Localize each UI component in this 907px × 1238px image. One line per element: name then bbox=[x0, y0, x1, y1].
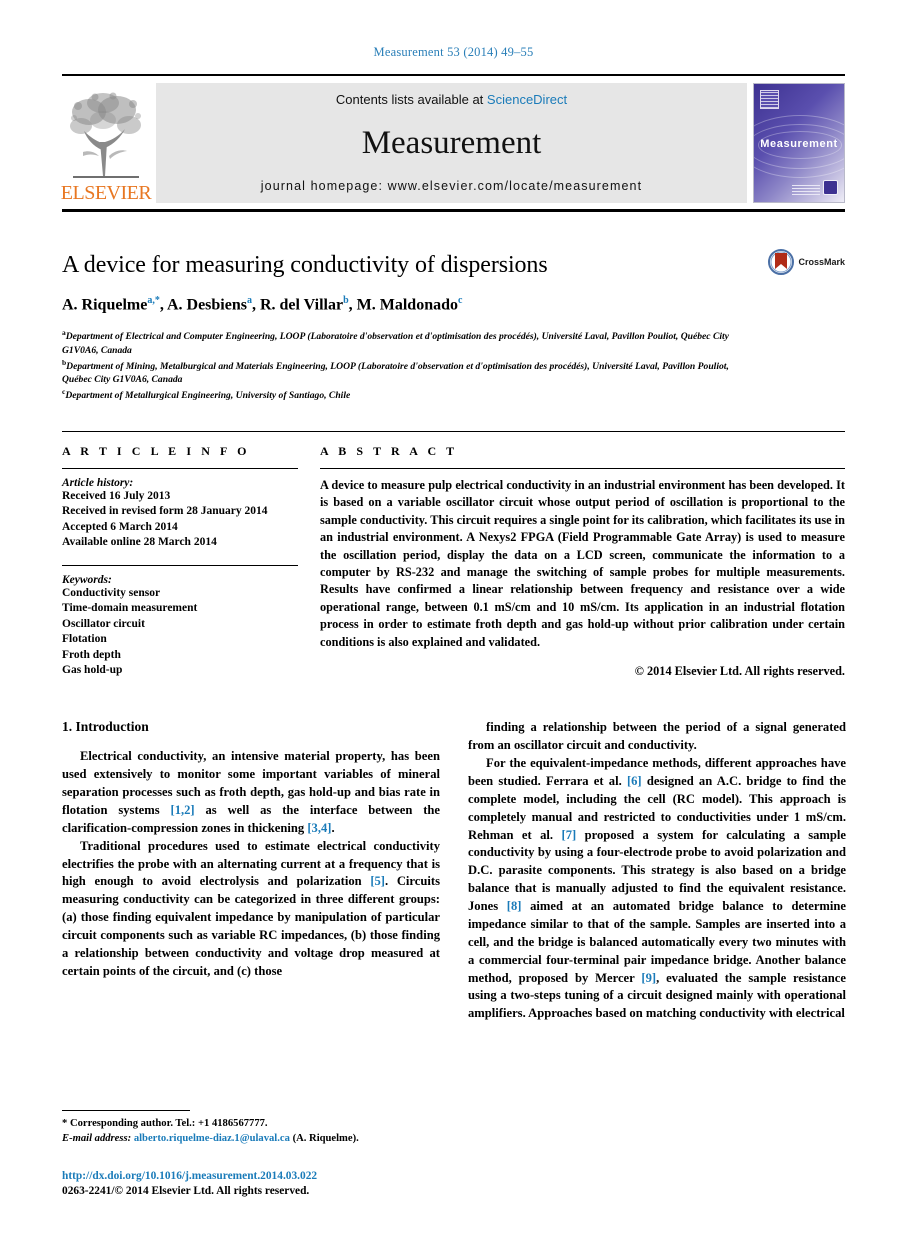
cover-footer bbox=[792, 180, 838, 195]
keyword-item: Conductivity sensor bbox=[62, 586, 161, 599]
article-history-item: Available online 28 March 2014 bbox=[62, 536, 217, 549]
body-column-left: 1. Introduction Electrical conductivity,… bbox=[62, 719, 440, 1049]
article-info-heading: A R T I C L E I N F O bbox=[62, 443, 251, 458]
affiliation-mark: c bbox=[62, 386, 66, 396]
keywords-label: Keywords: bbox=[62, 573, 112, 586]
page-title: A device for measuring conductivity of d… bbox=[62, 252, 548, 278]
author-name: A. Riquelme bbox=[62, 295, 148, 313]
affiliation-mark: a bbox=[62, 328, 66, 338]
info-abstract-section: A R T I C L E I N F O Article history: R… bbox=[62, 430, 845, 680]
sciencedirect-link[interactable]: ScienceDirect bbox=[487, 92, 567, 107]
body-columns: 1. Introduction Electrical conductivity,… bbox=[62, 719, 846, 1049]
section-heading-introduction: 1. Introduction bbox=[62, 719, 149, 735]
issn-copyright-line: 0263-2241/© 2014 Elsevier Ltd. All right… bbox=[62, 1185, 310, 1198]
running-head: Measurement 53 (2014) 49–55 bbox=[373, 45, 534, 59]
body-paragraph: finding a relationship between the perio… bbox=[468, 720, 846, 753]
journal-title: Measurement bbox=[361, 124, 542, 161]
footnote-divider bbox=[62, 1110, 190, 1112]
author-affiliation-mark: a bbox=[246, 294, 252, 306]
banner-center: Contents lists available at ScienceDirec… bbox=[156, 83, 747, 203]
citation-link[interactable]: [1,2] bbox=[171, 803, 195, 817]
body-paragraph: Electrical conductivity, an intensive ma… bbox=[62, 749, 441, 835]
cover-publisher-mark-icon bbox=[823, 180, 838, 195]
title-block: A device for measuring conductivity of d… bbox=[62, 249, 845, 403]
body-paragraph: For the equivalent-impedance methods, di… bbox=[468, 756, 847, 1021]
divider bbox=[320, 467, 845, 469]
article-history-item: Received 16 July 2013 bbox=[62, 489, 171, 502]
affiliation-item: cDepartment of Metallurgical Engineering… bbox=[62, 386, 351, 402]
author-affiliation-mark: a,* bbox=[147, 294, 160, 306]
keywords-list: Conductivity sensor Time-domain measureme… bbox=[62, 586, 298, 679]
crossmark-badge[interactable]: CrossMark bbox=[768, 249, 845, 275]
author-name: A. Desbiens bbox=[166, 295, 247, 313]
author-affiliation-mark: c bbox=[457, 294, 463, 306]
crossmark-icon bbox=[768, 249, 795, 275]
journal-cover-thumbnail[interactable]: Measurement bbox=[753, 83, 845, 203]
contents-line: Contents lists available at ScienceDirec… bbox=[336, 92, 567, 107]
citation-link[interactable]: [7] bbox=[562, 828, 577, 842]
doi-link[interactable]: http://dx.doi.org/10.1016/j.measurement.… bbox=[62, 1169, 462, 1185]
email-link[interactable]: alberto.riquelme-diaz.1@ulaval.ca bbox=[134, 1133, 290, 1144]
body-column-right: finding a relationship between the perio… bbox=[468, 719, 846, 1049]
corresponding-author-note: * Corresponding author. Tel.: +1 4186567… bbox=[62, 1118, 268, 1130]
article-page: Measurement 53 (2014) 49–55 ELSEVIER Con… bbox=[0, 0, 907, 1238]
journal-banner: ELSEVIER Contents lists available at Sci… bbox=[60, 74, 845, 212]
citation-link[interactable]: [3,4] bbox=[307, 821, 331, 835]
contents-prefix: Contents lists available at bbox=[335, 92, 484, 107]
article-history-item: Accepted 6 March 2014 bbox=[62, 520, 178, 533]
article-history-item: Received in revised form 28 January 2014 bbox=[62, 505, 268, 518]
citation-link[interactable]: [8] bbox=[507, 899, 522, 913]
footnote-area: * Corresponding author. Tel.: +1 4186567… bbox=[62, 1110, 440, 1146]
affiliation-item: aDepartment of Electrical and Computer E… bbox=[62, 328, 729, 356]
crossmark-label: CrossMark bbox=[798, 257, 845, 267]
cover-footer-lines bbox=[792, 183, 820, 195]
abstract-text: A device to measure pulp electrical cond… bbox=[320, 477, 845, 649]
keyword-item: Gas hold-up bbox=[62, 664, 123, 677]
abstract-copyright: © 2014 Elsevier Ltd. All rights reserved… bbox=[634, 664, 845, 679]
affiliation-mark: b bbox=[62, 357, 67, 367]
author-list: A. Riquelmea,*, A. Desbiensa, R. del Vil… bbox=[62, 294, 463, 313]
article-info-column: A R T I C L E I N F O Article history: R… bbox=[62, 444, 320, 680]
author-name: M. Maldonado bbox=[356, 295, 458, 313]
cover-barcode-icon bbox=[760, 90, 779, 109]
cover-title: Measurement bbox=[760, 138, 838, 151]
article-history-label: Article history: bbox=[62, 476, 134, 489]
body-paragraph: Traditional procedures used to estimate … bbox=[62, 838, 440, 978]
email-note: E-mail address: alberto.riquelme-diaz.1@… bbox=[62, 1132, 440, 1146]
elsevier-tree-icon bbox=[70, 92, 141, 178]
affiliation-item: bDepartment of Mining, Metalburgical and… bbox=[62, 357, 729, 386]
keyword-item: Froth depth bbox=[62, 648, 121, 661]
imprint-block: http://dx.doi.org/10.1016/j.measurement.… bbox=[62, 1169, 462, 1200]
citation-link[interactable]: [5] bbox=[370, 874, 385, 888]
citation-link[interactable]: [6] bbox=[627, 774, 642, 788]
article-history-list: Received 16 July 2013 Received in revised… bbox=[62, 489, 298, 551]
divider bbox=[62, 467, 298, 469]
citation-link[interactable]: [9] bbox=[641, 971, 656, 985]
abstract-heading: A B S T R A C T bbox=[320, 443, 458, 458]
keyword-item: Time-domain measurement bbox=[62, 602, 198, 615]
keyword-item: Oscillator circuit bbox=[62, 617, 145, 630]
abstract-column: A B S T R A C T A device to measure pulp… bbox=[320, 444, 845, 680]
email-label: E-mail address: bbox=[62, 1132, 132, 1144]
author-affiliation-mark: b bbox=[343, 294, 349, 306]
email-suffix: (A. Riquelme). bbox=[292, 1132, 359, 1144]
left-column-paragraphs: Electrical conductivity, an intensive ma… bbox=[62, 748, 440, 980]
author-name: R. del Villar bbox=[259, 295, 344, 313]
keyword-item: Flotation bbox=[62, 633, 107, 646]
elsevier-wordmark: ELSEVIER bbox=[60, 182, 152, 204]
keywords-block: Keywords: Conductivity sensor Time-domain… bbox=[62, 564, 298, 679]
right-column-paragraphs: finding a relationship between the perio… bbox=[468, 719, 846, 1023]
journal-homepage[interactable]: journal homepage: www.elsevier.com/locat… bbox=[261, 179, 642, 193]
affiliation-list: aDepartment of Electrical and Computer E… bbox=[62, 328, 745, 403]
elsevier-logo: ELSEVIER bbox=[60, 83, 152, 204]
